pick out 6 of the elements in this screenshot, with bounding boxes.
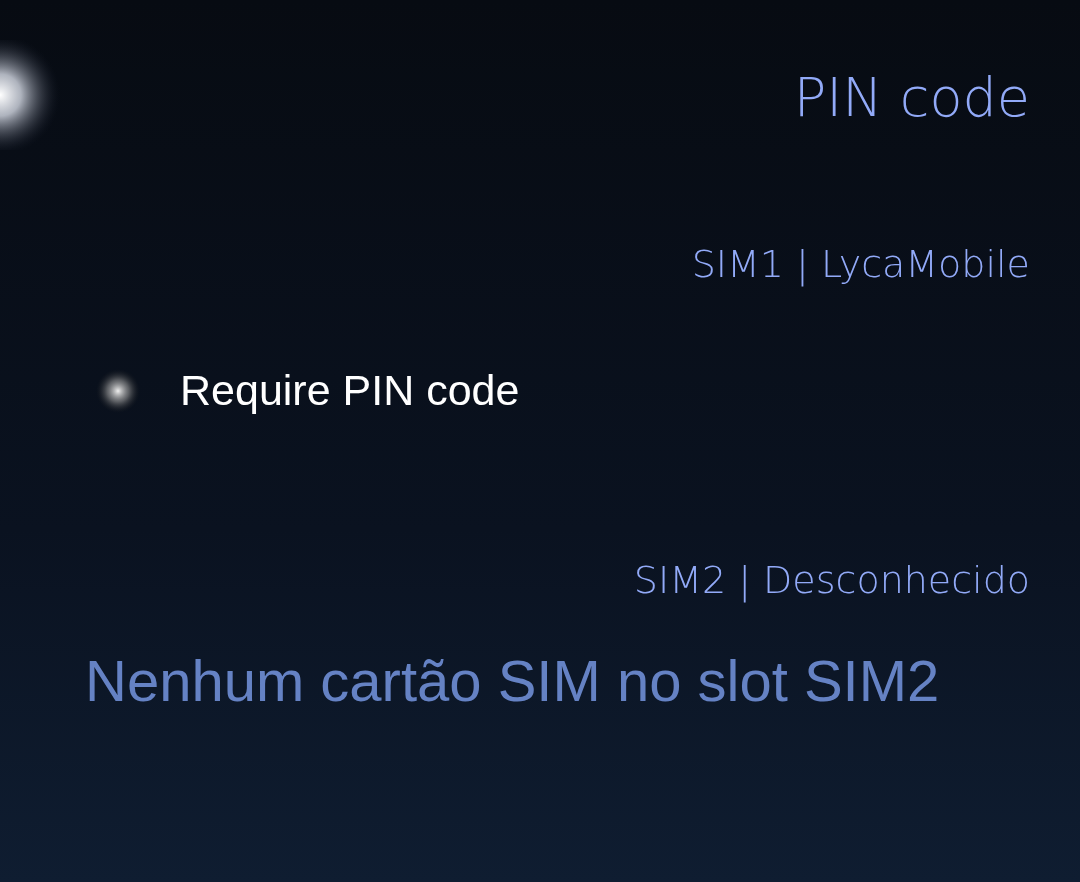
page-title: PIN code: [793, 65, 1030, 131]
section-header: SIM2 | Desconhecido: [633, 557, 1030, 605]
switch-indicator-icon[interactable]: [96, 368, 140, 413]
placeholder-message: Nenhum cartão SIM no slot SIM2: [84, 647, 941, 714]
switch-label[interactable]: Require PIN code: [180, 366, 520, 415]
section-header: SIM1 | LycaMobile: [691, 241, 1030, 289]
